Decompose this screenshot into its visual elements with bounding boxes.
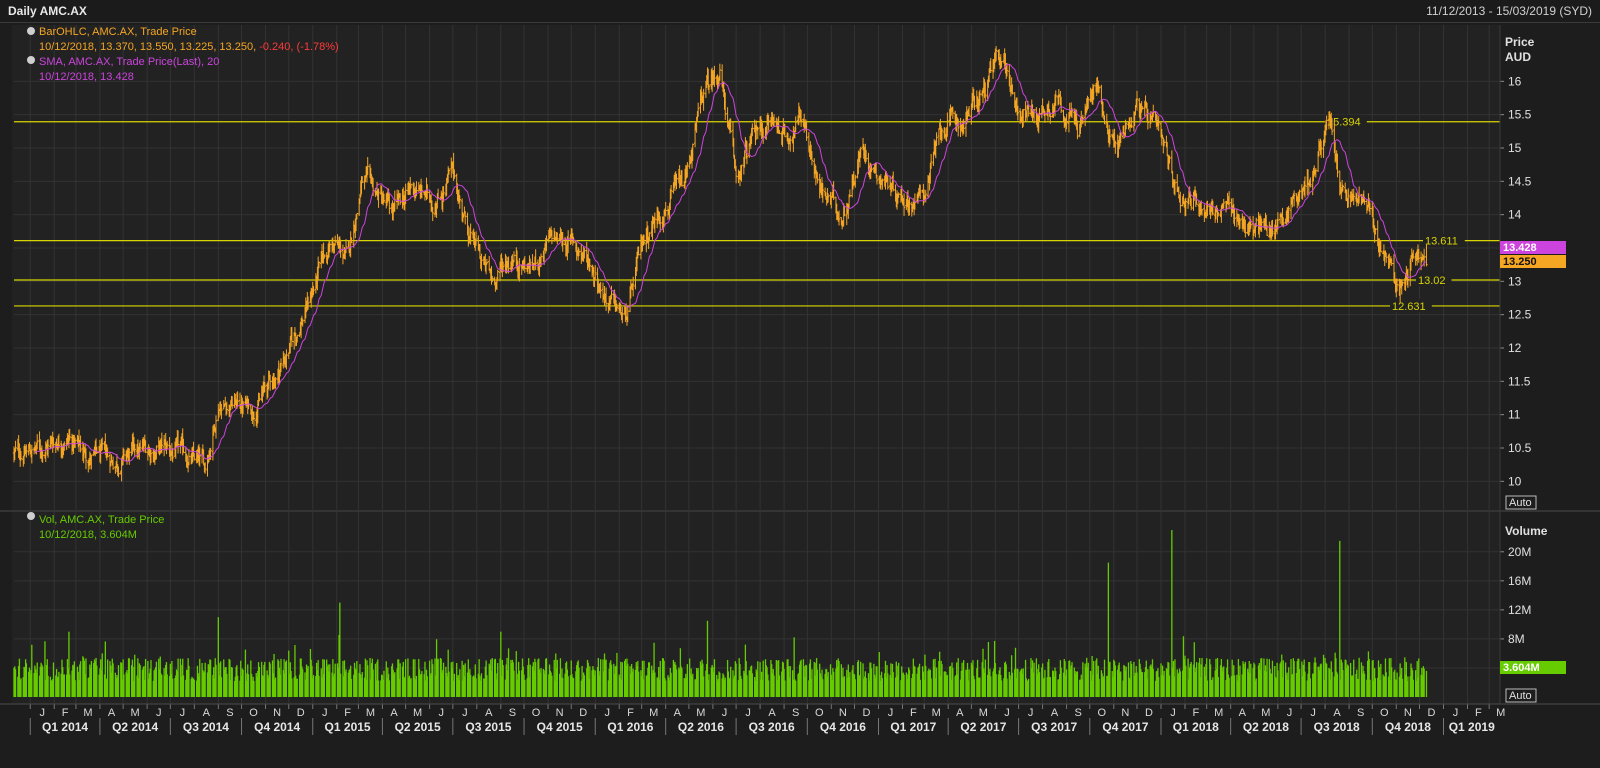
horizontal-level-label: 12.631	[1392, 301, 1426, 313]
horizontal-level-label: 13.611	[1425, 236, 1458, 248]
chart-window: Daily AMC.AX 11/12/2013 - 15/03/2019 (SY…	[0, 0, 1600, 768]
price-panel[interactable]	[12, 25, 1500, 510]
horizontal-level-label: 13.02	[1418, 275, 1446, 287]
chart-canvas[interactable]: 15.39413.61113.0212.631 1010.51111.51212…	[0, 0, 1600, 768]
